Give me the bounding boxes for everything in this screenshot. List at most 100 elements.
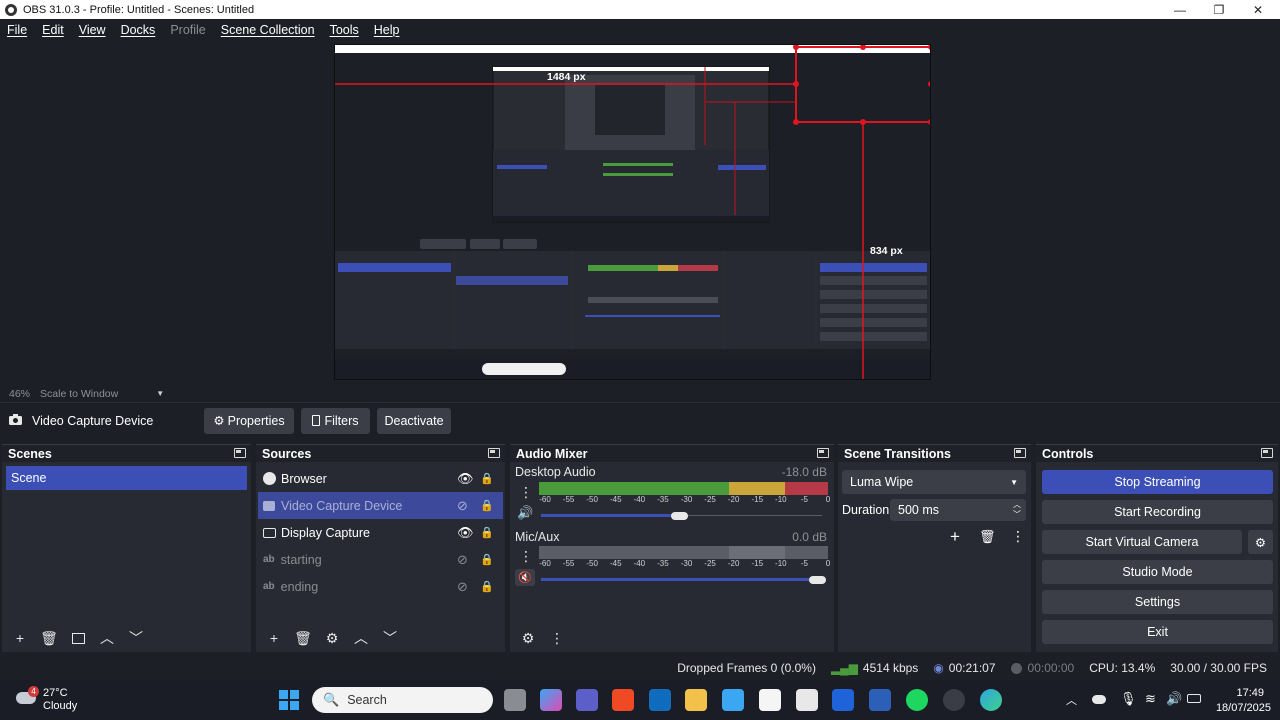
- preview-height-measure: 834 px: [870, 245, 903, 257]
- source-item-display-capture[interactable]: Display Capture 👁 🔒: [258, 519, 503, 546]
- clock-date[interactable]: 18/07/2025: [1216, 702, 1271, 714]
- obs-taskbar-icon[interactable]: [943, 689, 965, 711]
- source-item-ending[interactable]: ab ending ⊘ 🔒: [258, 573, 503, 600]
- add-icon[interactable]: +: [262, 628, 286, 648]
- scenes-dock: Scenes Scene + 🗑 ︿ ﹀: [2, 444, 251, 652]
- undock-icon[interactable]: [817, 448, 829, 458]
- move-up-icon[interactable]: ︿: [349, 628, 373, 648]
- lock-icon[interactable]: 🔒: [480, 526, 494, 539]
- undock-icon[interactable]: [1261, 448, 1273, 458]
- eye-hidden-icon[interactable]: ⊘: [457, 552, 468, 568]
- deactivate-button[interactable]: Deactivate: [377, 407, 451, 434]
- undock-icon[interactable]: [488, 448, 500, 458]
- add-transition-icon[interactable]: +: [950, 527, 960, 547]
- word-icon[interactable]: [869, 689, 891, 711]
- desktop-audio-volume-track[interactable]: [541, 514, 684, 517]
- menu-view[interactable]: View: [79, 23, 106, 37]
- menu-scene-collection[interactable]: Scene Collection: [221, 23, 315, 37]
- battery-icon[interactable]: [1187, 694, 1201, 703]
- source-item-video-capture[interactable]: Video Capture Device ⊘ 🔒: [258, 492, 503, 519]
- move-down-icon[interactable]: ﹀: [378, 628, 402, 648]
- lock-icon[interactable]: 🔒: [480, 472, 494, 485]
- transition-properties-icon[interactable]: ⋮: [1011, 528, 1025, 545]
- menu-docks[interactable]: Docks: [121, 23, 156, 37]
- settings-button[interactable]: Settings: [1042, 590, 1273, 614]
- mic-aux-volume-track[interactable]: [541, 578, 822, 581]
- menu-edit[interactable]: Edit: [42, 23, 64, 37]
- lock-icon[interactable]: 🔒: [480, 580, 494, 593]
- zoom-mode[interactable]: Scale to Window: [40, 388, 118, 400]
- menu-file[interactable]: File: [7, 23, 27, 37]
- window-title: OBS 31.0.3 - Profile: Untitled - Scenes:…: [23, 3, 255, 16]
- scene-filter-icon[interactable]: [66, 628, 90, 648]
- trash-icon[interactable]: 🗑: [291, 628, 315, 648]
- close-button[interactable]: ✕: [1238, 0, 1278, 19]
- lock-icon[interactable]: 🔒: [480, 499, 494, 512]
- muted-speaker-icon[interactable]: 🔇: [515, 569, 535, 586]
- duration-spinbox[interactable]: 500 ms ︿ ﹀: [890, 499, 1026, 521]
- start-recording-button[interactable]: Start Recording: [1042, 500, 1273, 524]
- outlook-icon[interactable]: [649, 689, 671, 711]
- microphone-icon[interactable]: 🎙: [1120, 691, 1137, 707]
- clock-time[interactable]: 17:49: [1236, 687, 1264, 699]
- scene-item[interactable]: Scene: [6, 466, 247, 490]
- tray-chevron-up-icon[interactable]: ︿: [1066, 692, 1077, 708]
- gear-icon[interactable]: ⚙: [320, 628, 344, 648]
- advanced-audio-gear-icon[interactable]: ⚙: [516, 628, 540, 648]
- studio-mode-button[interactable]: Studio Mode: [1042, 560, 1273, 584]
- start-virtual-camera-button[interactable]: Start Virtual Camera: [1042, 530, 1242, 554]
- mic-aux-volume-knob[interactable]: [809, 576, 826, 584]
- file-explorer-icon[interactable]: [685, 689, 707, 711]
- program-preview[interactable]: 1484 px 834 px: [334, 44, 931, 380]
- brave-icon[interactable]: [612, 689, 634, 711]
- move-down-icon[interactable]: ﹀: [124, 628, 148, 648]
- eye-icon[interactable]: 👁: [457, 525, 474, 541]
- undock-icon[interactable]: [234, 448, 246, 458]
- spin-down-icon[interactable]: ﹀: [1013, 509, 1021, 520]
- virtual-camera-settings-button[interactable]: ⚙: [1248, 530, 1273, 554]
- menu-tools[interactable]: Tools: [330, 23, 359, 37]
- copilot-icon[interactable]: [540, 689, 562, 711]
- onedrive-icon[interactable]: [1092, 695, 1106, 704]
- eye-hidden-icon[interactable]: ⊘: [457, 579, 468, 595]
- speaker-icon[interactable]: 🔊: [517, 505, 533, 521]
- zoom-dropdown-icon[interactable]: ▼: [156, 389, 164, 398]
- capcut-icon[interactable]: [796, 689, 818, 711]
- minimize-button[interactable]: —: [1160, 0, 1200, 19]
- channel-menu-icon[interactable]: ⋮: [519, 484, 533, 501]
- properties-button[interactable]: ⚙ Properties: [204, 407, 294, 434]
- filters-button[interactable]: Filters: [301, 407, 370, 434]
- trash-icon[interactable]: 🗑: [37, 628, 61, 648]
- teams-icon[interactable]: [576, 689, 598, 711]
- lock-icon[interactable]: 🔒: [480, 553, 494, 566]
- taskbar-search[interactable]: 🔍 Search: [312, 687, 493, 713]
- edge-icon[interactable]: [980, 689, 1002, 711]
- volume-icon[interactable]: 🔊: [1166, 691, 1182, 707]
- spotify-icon[interactable]: [906, 689, 928, 711]
- wifi-icon[interactable]: ≋: [1145, 691, 1156, 707]
- trash-icon[interactable]: 🗑: [979, 529, 996, 545]
- source-item-starting[interactable]: ab starting ⊘ 🔒: [258, 546, 503, 573]
- desktop-audio-volume-knob[interactable]: [671, 512, 688, 520]
- move-up-icon[interactable]: ︿: [95, 628, 119, 648]
- maximize-button[interactable]: ❐: [1199, 0, 1239, 19]
- exit-button[interactable]: Exit: [1042, 620, 1273, 644]
- dropbox-icon[interactable]: [832, 689, 854, 711]
- weather-widget[interactable]: 4 27°C Cloudy: [16, 686, 116, 716]
- transition-select[interactable]: Luma Wipe ▼: [842, 470, 1026, 494]
- add-icon[interactable]: +: [8, 628, 32, 648]
- amazon-icon[interactable]: [759, 689, 781, 711]
- eye-icon[interactable]: 👁: [457, 471, 474, 487]
- store-icon[interactable]: [722, 689, 744, 711]
- meter-tick-label: -35: [657, 559, 669, 568]
- menu-help[interactable]: Help: [374, 23, 400, 37]
- undock-icon[interactable]: [1014, 448, 1026, 458]
- source-item-browser[interactable]: Browser 👁 🔒: [258, 465, 503, 492]
- eye-hidden-icon[interactable]: ⊘: [457, 498, 468, 514]
- channel-menu-icon[interactable]: ⋮: [519, 548, 533, 565]
- task-view-icon[interactable]: [504, 689, 526, 711]
- meter-tick-label: -50: [586, 559, 598, 568]
- stop-streaming-button[interactable]: Stop Streaming: [1042, 470, 1273, 494]
- more-options-icon[interactable]: ⋮: [545, 628, 569, 648]
- windows-start-icon[interactable]: [279, 690, 299, 710]
